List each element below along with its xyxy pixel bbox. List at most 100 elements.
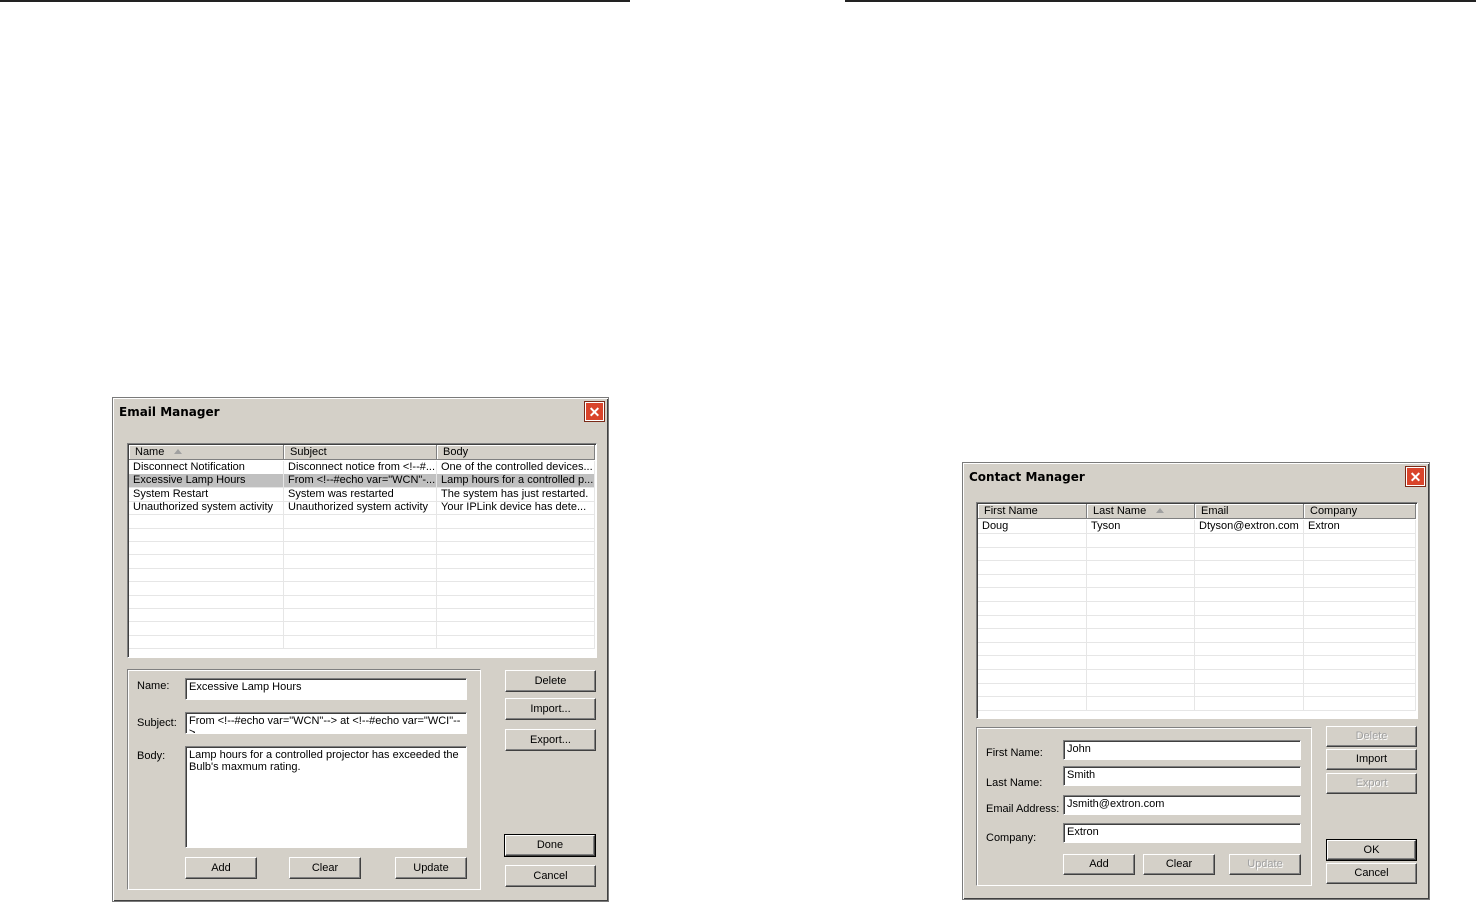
table-cell-name: [129, 608, 284, 622]
table-cell-last: [1087, 669, 1195, 683]
close-icon[interactable]: ✕: [584, 401, 605, 422]
table-cell-email: [1195, 615, 1304, 629]
body-textarea[interactable]: Lamp hours for a controlled projector ha…: [185, 746, 467, 848]
table-cell-body: [437, 621, 595, 635]
first-name-field[interactable]: John: [1063, 740, 1301, 760]
email-address-field[interactable]: Jsmith@extron.com: [1063, 795, 1301, 815]
contact-manager-dialog: Contact Manager ✕ First Name Last Name E…: [962, 462, 1430, 900]
table-cell-name: [129, 554, 284, 568]
table-cell-company: [1304, 642, 1416, 656]
table-row-empty: [978, 656, 1416, 670]
clear-contact-button[interactable]: Clear: [1143, 854, 1215, 875]
table-row[interactable]: System Restart System was restarted The sy…: [129, 487, 595, 502]
table-cell-first: [978, 588, 1087, 601]
table-cell-body: Lamp hours for a controlled p...: [437, 474, 595, 488]
page-rule-left: [0, 0, 630, 2]
column-header-name[interactable]: Name: [129, 445, 284, 460]
table-row-empty: [978, 669, 1416, 684]
table-cell-subject: [284, 635, 437, 649]
table-cell-last: [1087, 696, 1195, 710]
table-cell-first: [978, 628, 1087, 642]
table-cell-body: Your IPLink device has dete...: [437, 501, 595, 515]
delete-button[interactable]: Delete: [505, 670, 596, 692]
table-cell-email: [1195, 683, 1304, 697]
table-cell-company: [1304, 628, 1416, 642]
table-row-empty: [129, 541, 595, 556]
import-button[interactable]: Import...: [505, 698, 596, 720]
company-field[interactable]: Extron: [1063, 823, 1301, 843]
column-header-last-name[interactable]: Last Name: [1087, 504, 1195, 519]
cancel-button[interactable]: Cancel: [505, 865, 596, 887]
add-button[interactable]: Add: [185, 857, 257, 879]
table-cell-body: [437, 541, 595, 555]
add-contact-button[interactable]: Add: [1063, 854, 1135, 875]
table-cell-subject: [284, 581, 437, 595]
table-cell-last: [1087, 601, 1195, 615]
table-row[interactable]: Unauthorized system activity Unauthorized…: [129, 501, 595, 516]
column-header-subject[interactable]: Subject: [284, 445, 437, 460]
column-header-body[interactable]: Body: [437, 445, 595, 460]
page-rule-right: [845, 0, 1476, 2]
table-cell-company: [1304, 601, 1416, 615]
done-button[interactable]: Done: [504, 834, 596, 857]
delete-contact-button[interactable]: Delete: [1326, 726, 1417, 747]
cancel-contact-button[interactable]: Cancel: [1326, 863, 1417, 884]
table-cell-company: [1304, 574, 1416, 588]
table-row[interactable]: Disconnect Notification Disconnect notice…: [129, 461, 595, 475]
update-contact-button[interactable]: Update: [1229, 854, 1301, 875]
table-cell-name: [129, 514, 284, 528]
table-cell-first: [978, 656, 1087, 669]
name-field[interactable]: Excessive Lamp Hours: [185, 678, 467, 700]
table-row-empty: [978, 615, 1416, 630]
close-icon[interactable]: ✕: [1405, 466, 1426, 487]
clear-button[interactable]: Clear: [289, 857, 361, 879]
table-cell-name: [129, 568, 284, 582]
table-cell-email: [1195, 669, 1304, 683]
table-cell-last: [1087, 588, 1195, 601]
table-cell-first: Doug: [978, 520, 1087, 533]
table-cell-first: [978, 547, 1087, 561]
column-header-first-name[interactable]: First Name: [978, 504, 1087, 519]
table-cell-company: [1304, 615, 1416, 629]
subject-field[interactable]: From <!--#echo var="WCN"--> at <!--#echo…: [185, 712, 467, 734]
column-header-email[interactable]: Email: [1195, 504, 1304, 519]
last-name-field[interactable]: Smith: [1063, 766, 1301, 786]
table-cell-subject: Disconnect notice from <!--#...: [284, 461, 437, 474]
table-cell-name: [129, 595, 284, 608]
table-cell-email: [1195, 642, 1304, 656]
table-cell-subject: [284, 595, 437, 608]
column-header-company[interactable]: Company: [1304, 504, 1416, 519]
email-list[interactable]: Name Subject Body Disconnect Notificatio…: [127, 443, 597, 658]
table-cell-subject: [284, 608, 437, 622]
table-cell-body: [437, 568, 595, 582]
table-cell-email: [1195, 560, 1304, 574]
table-cell-body: The system has just restarted.: [437, 487, 595, 501]
table-cell-email: [1195, 656, 1304, 669]
update-button[interactable]: Update: [395, 857, 467, 879]
table-cell-subject: [284, 528, 437, 541]
table-cell-company: [1304, 547, 1416, 561]
table-row[interactable]: Doug Tyson Dtyson@extron.com Extron: [978, 520, 1416, 534]
ok-button[interactable]: OK: [1326, 839, 1417, 861]
table-cell-name: Disconnect Notification: [129, 461, 284, 474]
table-row[interactable]: Excessive Lamp Hours From <!--#echo var="…: [129, 474, 595, 489]
table-cell-email: [1195, 574, 1304, 588]
table-cell-email: [1195, 628, 1304, 642]
table-cell-body: [437, 608, 595, 622]
table-cell-first: [978, 601, 1087, 615]
table-row-empty: [978, 547, 1416, 562]
import-contacts-button[interactable]: Import: [1326, 749, 1417, 770]
contact-list[interactable]: First Name Last Name Email Company Doug T…: [976, 502, 1418, 719]
export-button[interactable]: Export...: [505, 729, 596, 751]
table-row-empty: [978, 574, 1416, 589]
contact-edit-group: First Name: John Last Name: Smith Email …: [976, 727, 1312, 886]
table-cell-name: Excessive Lamp Hours: [129, 474, 284, 488]
export-contacts-button[interactable]: Export: [1326, 773, 1417, 794]
table-cell-first: [978, 683, 1087, 697]
table-cell-last: [1087, 656, 1195, 669]
table-row-empty: [978, 560, 1416, 575]
table-cell-body: [437, 554, 595, 568]
table-cell-subject: System was restarted: [284, 487, 437, 501]
table-cell-company: Extron: [1304, 520, 1416, 533]
table-cell-last: [1087, 560, 1195, 574]
